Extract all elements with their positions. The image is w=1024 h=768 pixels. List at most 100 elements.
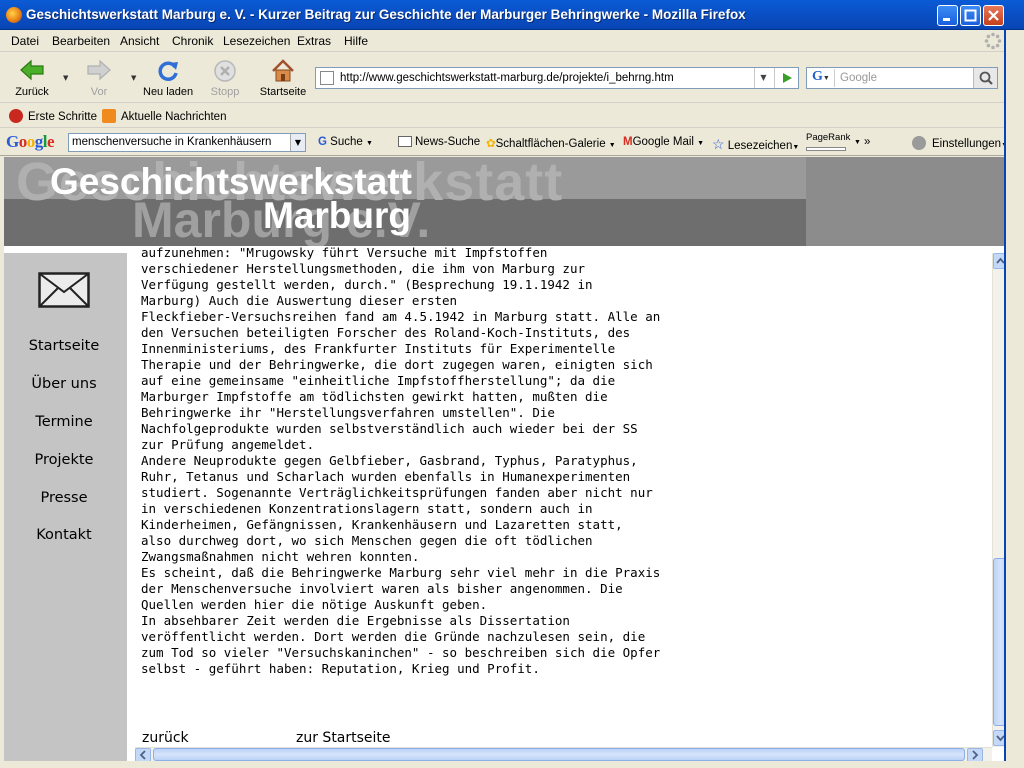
chevron-left-icon [139, 750, 146, 760]
settings-icon [912, 136, 926, 150]
back-button[interactable]: Zurück [7, 55, 57, 101]
google-settings-button[interactable]: Einstellungen▼ [912, 136, 1008, 150]
star-icon: ☆ [712, 136, 725, 152]
menu-bar: Datei Bearbeiten Ansicht Chronik Lesezei… [0, 30, 1024, 52]
browser-window: Geschichtswerkstatt Marburg e. V. - Kurz… [0, 0, 1024, 768]
close-button[interactable] [983, 5, 1004, 26]
search-bar[interactable]: G▼ Google [806, 67, 998, 89]
scroll-up-button[interactable] [993, 253, 1004, 269]
article-line: Innenministeriums, des Frankfurter Insti… [141, 341, 616, 356]
stop-icon [214, 60, 236, 82]
throbber-icon [984, 32, 1002, 50]
reload-button[interactable]: Neu laden [143, 55, 193, 101]
pagerank-dropdown[interactable]: ▼ [854, 139, 861, 146]
forward-history-dropdown[interactable]: ▼ [131, 74, 136, 82]
article-line: aufzunehmen: "Mrugowsky führt Versuche m… [141, 246, 548, 260]
article-line: veröffentlicht werden. Dort werden die G… [141, 629, 646, 644]
sidebar-link-kontakt[interactable]: Kontakt [4, 527, 124, 543]
sidebar-link-projekte[interactable]: Projekte [4, 452, 124, 468]
vertical-scrollbar[interactable] [992, 253, 1004, 747]
article-line: den Versuchen beteiligten Forscher des R… [141, 325, 631, 340]
address-bar[interactable]: http://www.geschichtswerkstatt-marburg.d… [315, 67, 799, 89]
sidebar-link-ueber-uns[interactable]: Über uns [4, 376, 124, 392]
sidebar-link-startseite[interactable]: Startseite [4, 338, 124, 354]
home-link[interactable]: zur Startseite [296, 730, 391, 746]
google-search-button[interactable]: G Suche ▼ [318, 136, 373, 148]
news-search-button[interactable]: News-Suche [398, 136, 480, 148]
menu-chronik[interactable]: Chronik [172, 34, 213, 48]
google-bookmarks-button[interactable]: ☆ Lesezeichen▼ [712, 136, 799, 153]
article-line: Therapie und der Behringwerke, die dort … [141, 357, 653, 372]
window-title: Geschichtswerkstatt Marburg e. V. - Kurz… [26, 7, 746, 22]
bookmark-erste-schritte[interactable]: Erste Schritte [9, 109, 97, 123]
search-input[interactable]: Google [840, 72, 877, 84]
article-line: selbst - geführt haben: Reputation, Krie… [141, 661, 540, 676]
article-line: zum Tod so vieler "Versuchskaninchen" - … [141, 645, 661, 660]
article-text: aufzunehmen: "Mrugowsky führt Versuche m… [141, 246, 991, 761]
article-line: Quellen werden hier die nötige Auskunft … [141, 597, 488, 612]
article-line: Kinderheimen, Gefängnissen, Krankenhäuse… [141, 517, 623, 532]
menu-bearbeiten[interactable]: Bearbeiten [52, 34, 110, 48]
google-query-dropdown[interactable]: ▼ [290, 134, 305, 151]
bookmarks-toolbar: Erste Schritte Aktuelle Nachrichten [0, 104, 1024, 128]
scroll-left-button[interactable] [135, 748, 151, 761]
article-line: Behringwerke ihr "Herstellungsverfahren … [141, 405, 555, 420]
menu-extras[interactable]: Extras [297, 34, 331, 48]
google-g-icon: G [318, 136, 327, 148]
page-content: Geschichtswerkstatt Marburg e.V. Geschic… [4, 157, 1004, 761]
menu-ansicht[interactable]: Ansicht [120, 34, 159, 48]
article-line: Zwangsmaßnahmen nicht wehren konnten. [141, 549, 420, 564]
article-line: Ruhr, Tetanus und Scharlach wurden ebenf… [141, 469, 631, 484]
go-button[interactable] [774, 68, 798, 88]
firefox-icon [6, 7, 22, 23]
horizontal-scroll-thumb[interactable] [153, 748, 965, 761]
bookmark-aktuelle-nachrichten[interactable]: Aktuelle Nachrichten [102, 109, 226, 123]
search-engine-selector[interactable]: G▼ [809, 69, 835, 87]
sidebar-link-presse[interactable]: Presse [4, 490, 124, 506]
page-favicon-icon [320, 71, 334, 85]
google-logo[interactable]: Google [6, 132, 55, 152]
menu-lesezeichen[interactable]: Lesezeichen [223, 34, 290, 48]
title-bar: Geschichtswerkstatt Marburg e. V. - Kurz… [0, 0, 1024, 30]
pagerank-bar [806, 147, 846, 151]
article-line: Nachfolgeprodukte wurden selbstverständl… [141, 421, 638, 436]
site-banner: Geschichtswerkstatt Marburg e.V. Geschic… [4, 157, 1004, 246]
article-line: der Menschenversuche involviert waren al… [141, 581, 623, 596]
mail-envelope-icon[interactable] [38, 272, 90, 308]
more-buttons-chevron[interactable]: » [864, 136, 870, 148]
article-line: Es scheint, daß die Behringwerke Marburg… [141, 565, 661, 580]
forward-button[interactable]: Vor [74, 55, 124, 101]
gmail-button[interactable]: MGoogle Mail ▼ [623, 136, 704, 148]
scroll-right-button[interactable] [967, 748, 983, 761]
window-right-frame [1004, 30, 1024, 768]
site-subtitle: Marburg [263, 195, 411, 236]
news-icon [398, 136, 412, 147]
search-button[interactable] [973, 68, 997, 88]
rss-feed-icon [102, 109, 116, 123]
home-button[interactable]: Startseite [258, 55, 308, 101]
article-line: Andere Neuprodukte gegen Gelbfieber, Gas… [141, 453, 638, 468]
chevron-up-icon [996, 257, 1004, 264]
chevron-down-icon [996, 735, 1004, 742]
article-line: in verschiedenen Konzentrationslagern st… [141, 501, 593, 516]
menu-hilfe[interactable]: Hilfe [344, 34, 368, 48]
scroll-down-button[interactable] [993, 730, 1004, 746]
back-history-dropdown[interactable]: ▼ [63, 74, 68, 82]
forward-arrow-icon [87, 59, 111, 81]
pagerank-indicator[interactable]: PageRank [806, 132, 850, 154]
chevron-right-icon [972, 750, 979, 760]
sidebar-nav: Startseite Über uns Termine Projekte Pre… [4, 253, 127, 761]
article-line: studiert. Sogenannte Verträglichkeitsprü… [141, 485, 653, 500]
google-search-input[interactable]: menschenversuche in Krankenhäusern ▼ [68, 133, 306, 152]
button-gallery[interactable]: ✿Schaltflächen-Galerie ▼ [486, 136, 616, 150]
go-arrow-icon [783, 73, 792, 83]
minimize-button[interactable] [937, 5, 958, 26]
url-history-dropdown[interactable]: ▼ [754, 68, 772, 88]
menu-datei[interactable]: Datei [11, 34, 39, 48]
horizontal-scrollbar[interactable] [135, 747, 992, 761]
maximize-button[interactable] [960, 5, 981, 26]
stop-button[interactable]: Stopp [200, 55, 250, 101]
vertical-scroll-thumb[interactable] [993, 558, 1004, 726]
sidebar-link-termine[interactable]: Termine [4, 414, 124, 430]
back-link[interactable]: zurück [142, 730, 189, 746]
